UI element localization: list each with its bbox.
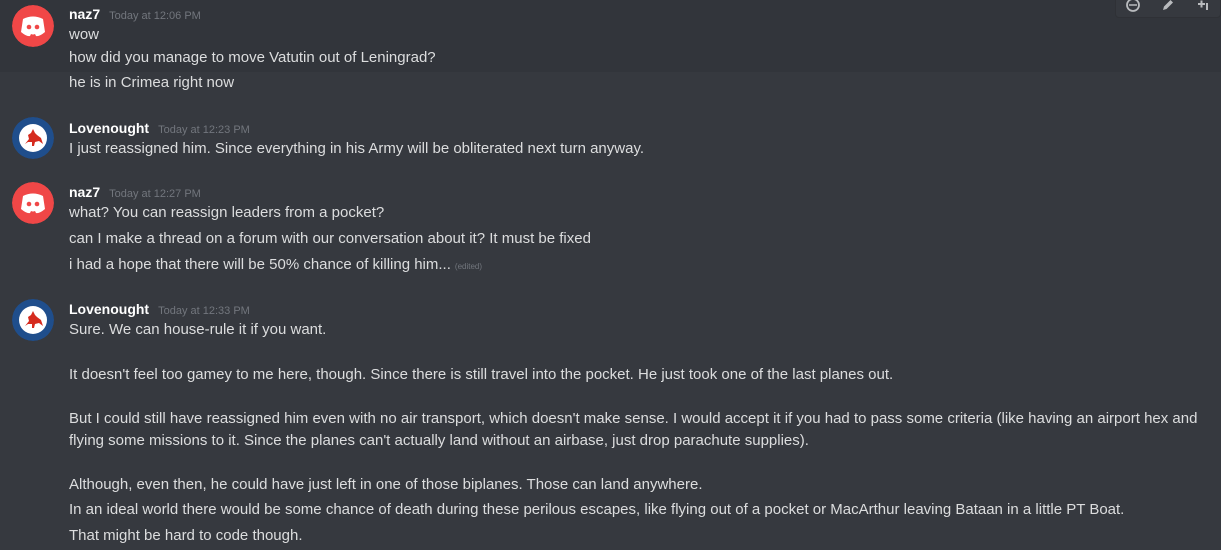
author-name[interactable]: Lovenought xyxy=(69,301,149,317)
edited-indicator: (edited) xyxy=(454,262,483,271)
timestamp: Today at 12:27 PM xyxy=(109,188,201,200)
avatar[interactable] xyxy=(12,5,54,47)
message-text: flying some missions to it. Since the pl… xyxy=(69,432,809,449)
message-text: It doesn't feel too gamey to me here, th… xyxy=(69,366,894,383)
message-header: Lovenought Today at 12:33 PM xyxy=(69,301,250,317)
timestamp: Today at 12:33 PM xyxy=(158,305,250,317)
discord-logo-icon xyxy=(12,5,54,47)
author-name[interactable]: naz7 xyxy=(69,184,100,200)
author-name[interactable]: naz7 xyxy=(69,6,100,22)
message-text: can I make a thread on a forum with our … xyxy=(69,230,591,247)
message-header: naz7 Today at 12:27 PM xyxy=(69,184,201,200)
message-text: But I could still have reassigned him ev… xyxy=(69,410,1198,427)
message-text: I just reassigned him. Since everything … xyxy=(69,140,644,157)
timestamp: Today at 12:23 PM xyxy=(158,124,250,136)
message-text: Sure. We can house-rule it if you want. xyxy=(69,321,327,338)
avatar[interactable] xyxy=(12,299,54,341)
message-text: what? You can reassign leaders from a po… xyxy=(69,204,385,221)
message-text: In an ideal world there would be some ch… xyxy=(69,501,1125,518)
message-text: i had a hope that there will be 50% chan… xyxy=(69,254,482,278)
discord-logo-icon xyxy=(12,182,54,224)
message-text: Although, even then, he could have just … xyxy=(69,476,703,493)
message-text-content: i had a hope that there will be 50% chan… xyxy=(69,256,451,273)
message-header: naz7 Today at 12:06 PM xyxy=(69,6,201,22)
message-text: That might be hard to code though. xyxy=(69,527,303,544)
message-text: he is in Crimea right now xyxy=(69,74,235,91)
kangaroo-roundel-icon xyxy=(12,299,54,341)
message-actions-toolbar xyxy=(1115,0,1221,18)
add-reaction-icon[interactable] xyxy=(1122,0,1144,15)
author-name[interactable]: Lovenought xyxy=(69,120,149,136)
timestamp: Today at 12:06 PM xyxy=(109,10,201,22)
avatar[interactable] xyxy=(12,117,54,159)
edit-icon[interactable] xyxy=(1157,0,1179,15)
message-header: Lovenought Today at 12:23 PM xyxy=(69,120,250,136)
message-text: wow xyxy=(69,26,100,43)
chat-messages: naz7 Today at 12:06 PM wow how did you m… xyxy=(0,0,1221,550)
more-icon[interactable] xyxy=(1192,0,1214,15)
avatar[interactable] xyxy=(12,182,54,224)
message-text: how did you manage to move Vatutin out o… xyxy=(69,49,436,66)
kangaroo-roundel-icon xyxy=(12,117,54,159)
